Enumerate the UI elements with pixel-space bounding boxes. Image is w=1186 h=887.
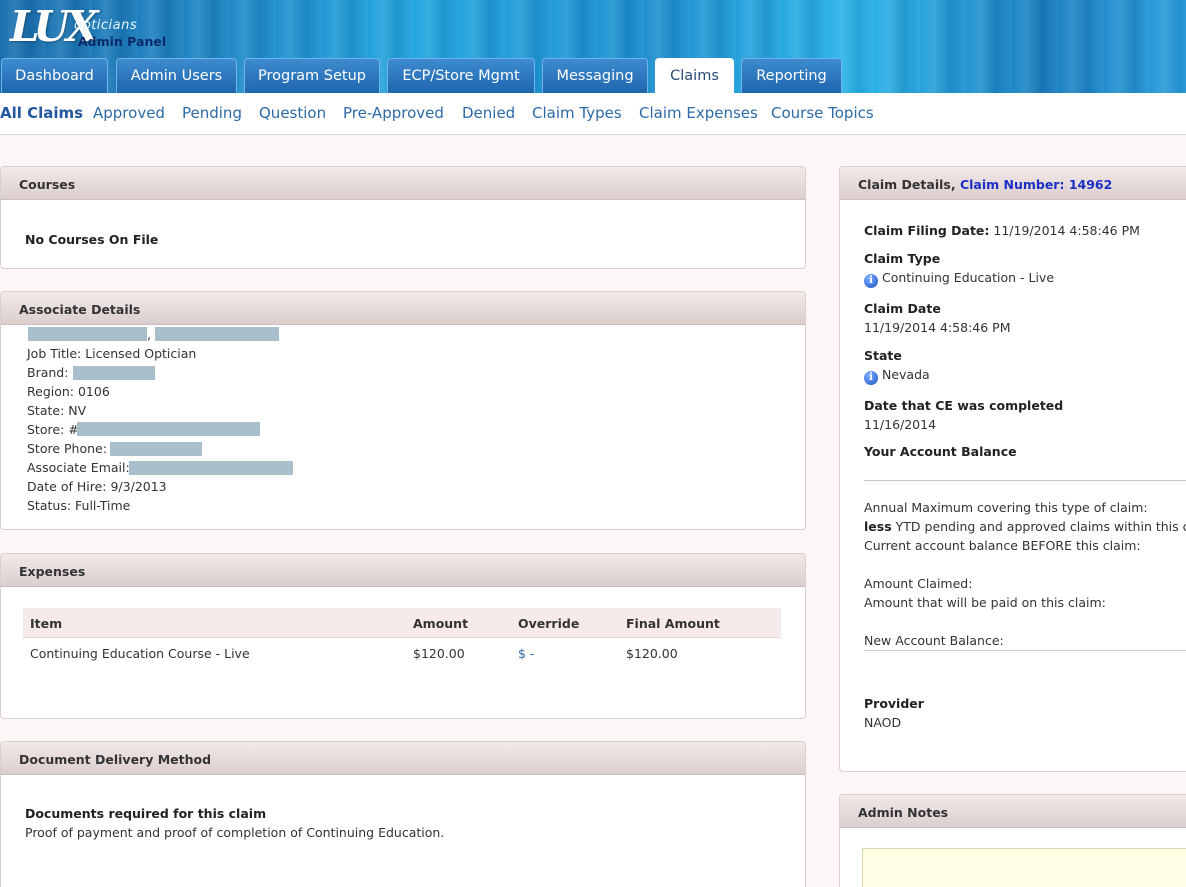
claim-details-panel: Claim Details, Claim Number: 14962 Claim… [839, 166, 1186, 772]
admin-notes-textarea[interactable] [862, 848, 1186, 887]
claim-type-label: Claim Type [864, 251, 941, 266]
row-final-amount: $120.00 [626, 646, 678, 661]
claim-details-title: Claim Details, Claim Number: 14962 [840, 167, 1186, 200]
redacted-store-phone [110, 442, 202, 456]
tab-messaging[interactable]: Messaging [542, 58, 648, 93]
app-header: LUX opticians Admin Panel Dashboard Admi… [0, 0, 1186, 93]
provider-label: Provider [864, 696, 924, 711]
less-label: less [864, 519, 892, 534]
ytd-claims-label: YTD pending and approved claims within t… [895, 519, 1186, 534]
subnav-pre-approved[interactable]: Pre-Approved [343, 104, 444, 122]
row-item: Continuing Education Course - Live [30, 646, 250, 661]
info-icon[interactable]: i [864, 274, 878, 288]
tab-claims[interactable]: Claims [655, 58, 734, 93]
document-delivery-panel: Document Delivery Method Documents requi… [0, 741, 806, 887]
balance-divider [864, 480, 1186, 481]
courses-panel: Courses No Courses On File [0, 166, 806, 269]
lux-logo[interactable]: LUX opticians Admin Panel [8, 2, 178, 56]
subnav-all-claims[interactable]: All Claims [0, 104, 83, 122]
admin-panel-label: Admin Panel [78, 34, 167, 49]
account-balance-label: Your Account Balance [864, 444, 1017, 459]
filing-date-value: 11/19/2014 4:58:46 PM [993, 223, 1140, 238]
redacted-email [129, 461, 293, 475]
filing-date-label: Claim Filing Date: [864, 223, 990, 238]
subnav-approved[interactable]: Approved [93, 104, 165, 122]
tab-program-setup[interactable]: Program Setup [244, 58, 380, 93]
tab-admin-users[interactable]: Admin Users [116, 58, 237, 93]
job-title: Job Title: Licensed Optician [27, 346, 197, 361]
no-courses-text: No Courses On File [25, 232, 159, 247]
ce-completed-label: Date that CE was completed [864, 398, 1064, 413]
ce-completed-date: 11/16/2014 [864, 417, 937, 432]
col-override: Override [518, 616, 580, 631]
claim-type-value: Continuing Education - Live [881, 270, 1055, 285]
hire-date: Date of Hire: 9/3/2013 [27, 479, 167, 494]
redacted-brand [73, 366, 155, 380]
override-link[interactable]: $ - [518, 646, 534, 661]
claim-type-row: i Continuing Education - Live [864, 270, 1054, 288]
info-icon[interactable]: i [864, 371, 878, 385]
redacted-first-name [155, 327, 279, 341]
col-final-amount: Final Amount [626, 616, 720, 631]
subnav-course-topics[interactable]: Course Topics [771, 104, 874, 122]
claim-details-label: Claim Details, [858, 177, 956, 192]
admin-notes-title: Admin Notes [840, 795, 1186, 828]
amount-paid-label: Amount that will be paid on this claim: [864, 595, 1106, 610]
brand-label: Brand: [27, 365, 69, 380]
tab-reporting[interactable]: Reporting [741, 58, 842, 93]
state-label: State [864, 348, 902, 363]
state-value: Nevada [881, 367, 930, 382]
state-row: i Nevada [864, 367, 930, 385]
redacted-store [77, 422, 260, 436]
subnav-claim-expenses[interactable]: Claim Expenses [639, 104, 758, 122]
name-separator: , [147, 327, 151, 342]
store-phone-label: Store Phone: [27, 441, 107, 456]
redacted-last-name [28, 327, 147, 341]
claim-date-value: 11/19/2014 4:58:46 PM [864, 320, 1011, 335]
ytd-claims-row: less YTD pending and approved claims wit… [864, 519, 1186, 534]
expenses-panel: Expenses Item Amount Override Final Amou… [0, 553, 806, 719]
admin-notes-panel: Admin Notes [839, 794, 1186, 887]
delivery-panel-title: Document Delivery Method [1, 742, 805, 775]
state: State: NV [27, 403, 87, 418]
subnav-question[interactable]: Question [259, 104, 326, 122]
associate-panel-title: Associate Details [1, 292, 805, 325]
documents-required-label: Documents required for this claim [25, 806, 267, 821]
claim-number: Claim Number: 14962 [959, 177, 1113, 192]
new-balance-label: New Account Balance: [864, 633, 1004, 648]
amount-claimed-label: Amount Claimed: [864, 576, 973, 591]
associate-email-label: Associate Email: [27, 460, 130, 475]
store-label: Store: # [27, 422, 79, 437]
row-amount: $120.00 [413, 646, 465, 661]
associate-details-panel: Associate Details , Job Title: Licensed … [0, 291, 806, 530]
new-balance-divider [864, 650, 1186, 651]
logo-subtext: opticians [74, 18, 138, 33]
region: Region: 0106 [27, 384, 110, 399]
tab-ecp-store-mgmt[interactable]: ECP/Store Mgmt [387, 58, 535, 93]
expenses-panel-title: Expenses [1, 554, 805, 587]
claim-date-label: Claim Date [864, 301, 941, 316]
tab-dashboard[interactable]: Dashboard [1, 58, 108, 93]
claims-subnav: All Claims Approved Pending Question Pre… [0, 93, 1186, 135]
annual-maximum-label: Annual Maximum covering this type of cla… [864, 500, 1148, 515]
subnav-claim-types[interactable]: Claim Types [532, 104, 622, 122]
expenses-table-header: Item Amount Override Final Amount [23, 608, 781, 638]
current-balance-label: Current account balance BEFORE this clai… [864, 538, 1141, 553]
employment-status: Status: Full-Time [27, 498, 131, 513]
col-amount: Amount [413, 616, 469, 631]
subnav-pending[interactable]: Pending [182, 104, 242, 122]
col-item: Item [30, 616, 63, 631]
subnav-denied[interactable]: Denied [462, 104, 515, 122]
provider-value: NAOD [864, 715, 902, 730]
documents-required-text: Proof of payment and proof of completion… [25, 825, 445, 840]
filing-date-row: Claim Filing Date: 11/19/2014 4:58:46 PM [864, 223, 1140, 238]
courses-panel-title: Courses [1, 167, 805, 200]
